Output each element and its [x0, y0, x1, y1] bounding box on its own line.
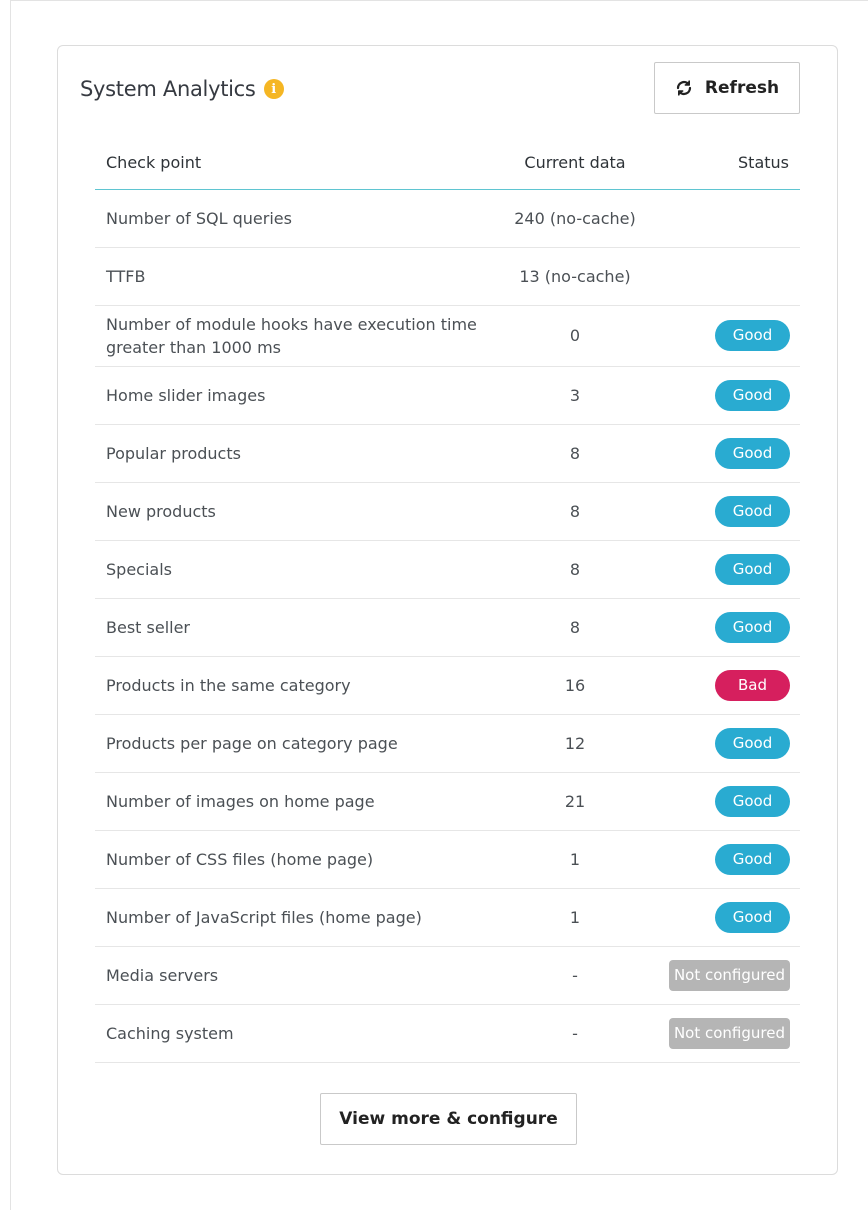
- check-point-cell: Number of SQL queries: [95, 189, 490, 248]
- table-row: Best seller 8 Good: [95, 598, 800, 657]
- status-cell: [660, 247, 800, 306]
- current-data-cell: 8: [490, 540, 660, 599]
- status-badge: Bad: [715, 669, 790, 701]
- status-cell: Good: [660, 424, 800, 483]
- status-cell: Not configured: [660, 946, 800, 1005]
- check-point-cell: Caching system: [95, 1004, 490, 1063]
- table-row: TTFB 13 (no-cache): [95, 247, 800, 306]
- table-row: New products 8 Good: [95, 482, 800, 541]
- table-row: Number of images on home page 21 Good: [95, 772, 800, 831]
- check-point-cell: TTFB: [95, 247, 490, 306]
- header-status: Status: [660, 136, 800, 190]
- table-row: Products in the same category 16 Bad: [95, 656, 800, 715]
- current-data-cell: 16: [490, 656, 660, 715]
- panel-title: System Analytics i: [80, 77, 284, 101]
- status-cell: Good: [660, 366, 800, 425]
- table-row: Products per page on category page 12 Good: [95, 714, 800, 773]
- status-cell: Good: [660, 540, 800, 599]
- panel-title-text: System Analytics: [80, 77, 256, 101]
- refresh-label: Refresh: [704, 78, 780, 98]
- current-data-cell: 1: [490, 830, 660, 889]
- table-row: Number of CSS files (home page) 1 Good: [95, 830, 800, 889]
- current-data-cell: 13 (no-cache): [490, 247, 660, 306]
- status-badge: Good: [715, 611, 790, 643]
- current-data-cell: 8: [490, 598, 660, 657]
- status-cell: Not configured: [660, 1004, 800, 1063]
- analytics-table: Check point Current data Status Number o…: [95, 136, 800, 1063]
- check-point-cell: Number of images on home page: [95, 772, 490, 831]
- check-point-cell: Home slider images: [95, 366, 490, 425]
- current-data-cell: 12: [490, 714, 660, 773]
- status-badge: Good: [715, 901, 790, 933]
- status-badge: Not configured: [668, 959, 790, 991]
- table-row: Popular products 8 Good: [95, 424, 800, 483]
- check-point-cell: Number of JavaScript files (home page): [95, 888, 490, 947]
- header-check-point: Check point: [95, 136, 490, 190]
- check-point-cell: Media servers: [95, 946, 490, 1005]
- status-badge: Good: [715, 727, 790, 759]
- view-more-configure-button[interactable]: View more & configure: [320, 1093, 577, 1145]
- check-point-cell: Popular products: [95, 424, 490, 483]
- check-point-cell: Specials: [95, 540, 490, 599]
- current-data-cell: -: [490, 946, 660, 1005]
- status-badge: Good: [715, 553, 790, 585]
- status-badge: Good: [715, 843, 790, 875]
- status-badge: Good: [715, 379, 790, 411]
- header-current-data: Current data: [490, 136, 660, 190]
- status-cell: Good: [660, 772, 800, 831]
- check-point-cell: Best seller: [95, 598, 490, 657]
- status-badge: Good: [715, 437, 790, 469]
- status-badge: Good: [715, 495, 790, 527]
- status-cell: Good: [660, 598, 800, 657]
- current-data-cell: 1: [490, 888, 660, 947]
- check-point-cell: Number of CSS files (home page): [95, 830, 490, 889]
- status-cell: Good: [660, 305, 800, 367]
- table-row: Home slider images 3 Good: [95, 366, 800, 425]
- check-point-cell: New products: [95, 482, 490, 541]
- table-row: Caching system - Not configured: [95, 1004, 800, 1063]
- status-cell: Good: [660, 482, 800, 541]
- status-cell: [660, 189, 800, 248]
- current-data-cell: 0: [490, 305, 660, 367]
- status-cell: Bad: [660, 656, 800, 715]
- table-row: Specials 8 Good: [95, 540, 800, 599]
- current-data-cell: 3: [490, 366, 660, 425]
- check-point-cell: Number of module hooks have execution ti…: [95, 305, 490, 367]
- table-row: Number of JavaScript files (home page) 1 G…: [95, 888, 800, 947]
- table-row: Number of module hooks have execution ti…: [95, 305, 800, 367]
- status-cell: Good: [660, 714, 800, 773]
- current-data-cell: -: [490, 1004, 660, 1063]
- refresh-button[interactable]: Refresh: [654, 62, 800, 114]
- status-badge: Good: [715, 320, 790, 351]
- info-icon[interactable]: i: [263, 79, 284, 99]
- panel-header: System Analytics i Refresh: [58, 46, 837, 136]
- refresh-icon: [675, 79, 693, 97]
- current-data-cell: 21: [490, 772, 660, 831]
- table-body: Number of SQL queries 240 (no-cache) TTFB 1…: [95, 189, 800, 1063]
- table-row: Media servers - Not configured: [95, 946, 800, 1005]
- status-badge: Not configured: [668, 1017, 790, 1049]
- current-data-cell: 240 (no-cache): [490, 189, 660, 248]
- table-header-row: Check point Current data Status: [95, 136, 800, 190]
- status-cell: Good: [660, 888, 800, 947]
- current-data-cell: 8: [490, 424, 660, 483]
- status-cell: Good: [660, 830, 800, 889]
- system-analytics-panel: System Analytics i Refresh Check point C…: [57, 45, 838, 1175]
- current-data-cell: 8: [490, 482, 660, 541]
- table-row: Number of SQL queries 240 (no-cache): [95, 189, 800, 248]
- status-badge: Good: [715, 785, 790, 817]
- check-point-cell: Products per page on category page: [95, 714, 490, 773]
- refresh-icon-svg: [676, 80, 692, 96]
- check-point-cell: Products in the same category: [95, 656, 490, 715]
